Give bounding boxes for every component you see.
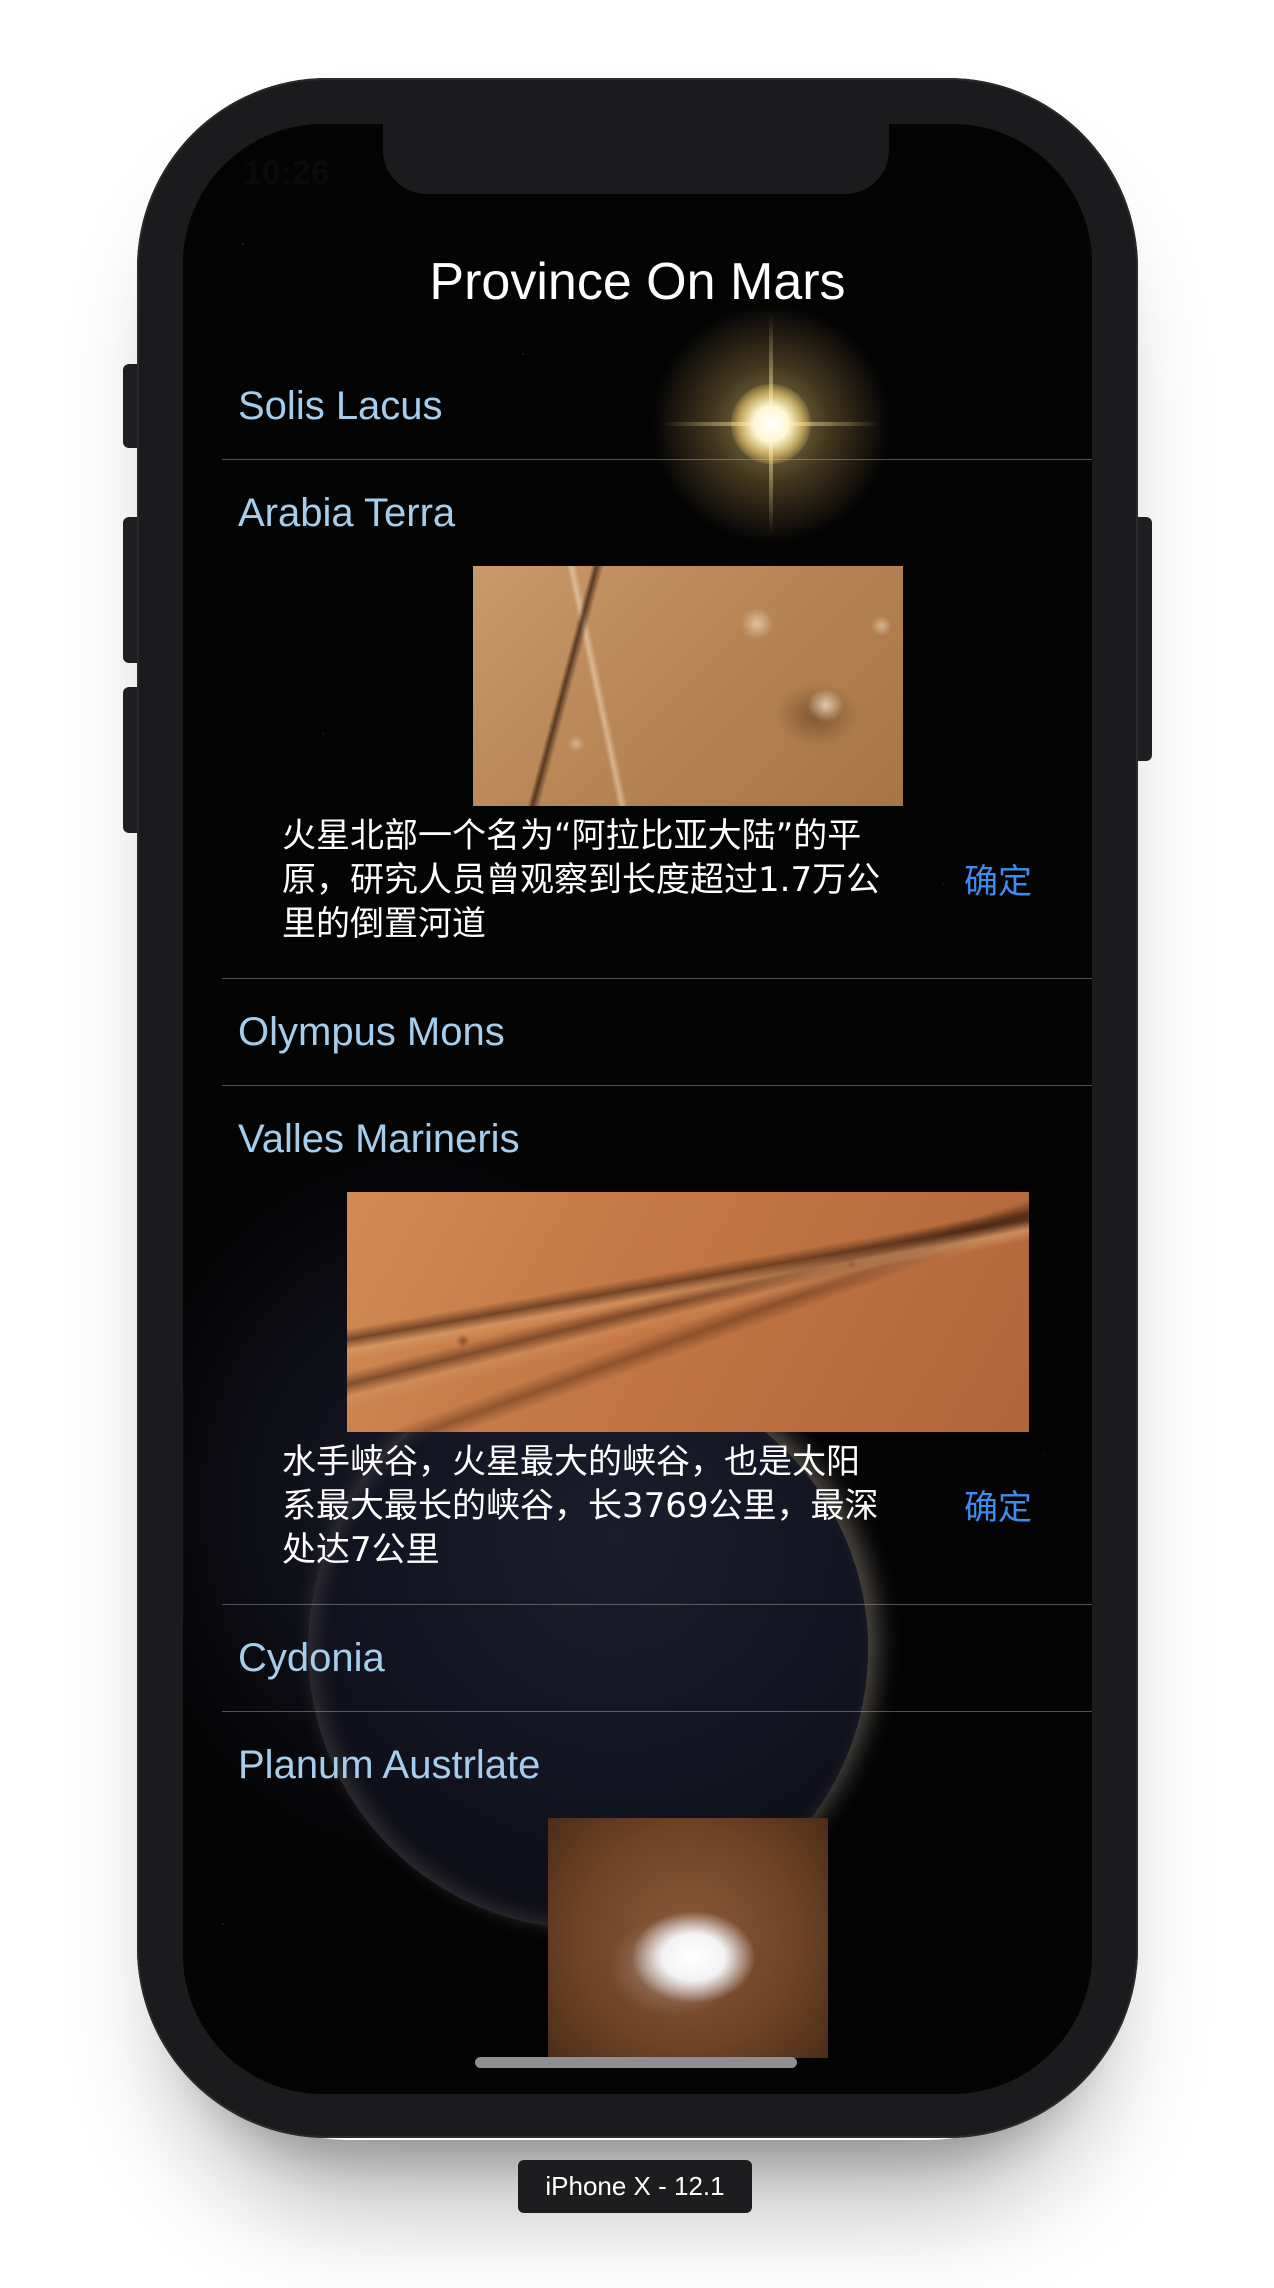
province-description: 水手峡谷，火星最大的峡谷，也是太阳系最大最长的峡谷，长3769公里，最深处达7公… xyxy=(282,1442,879,1570)
province-list: Solis Lacus Arabia Terra 火星北部一个名为“阿拉比亚大陆… xyxy=(222,353,1092,2058)
valles-marineris-image xyxy=(347,1192,1029,1432)
list-item-arabia-terra[interactable]: Arabia Terra 火星北部一个名为“阿拉比亚大陆”的平原，研究人员曾观察… xyxy=(222,460,1092,979)
row-title[interactable]: Planum Austrlate xyxy=(222,1712,1092,1818)
planum-australe-image xyxy=(548,1818,828,2058)
page-title: Province On Mars xyxy=(429,253,846,311)
row-detail: 火星北部一个名为“阿拉比亚大陆”的平原，研究人员曾观察到长度超过1.7万公里的倒… xyxy=(222,806,1092,978)
status-time: 10:26 xyxy=(243,154,330,192)
list-item-olympus-mons[interactable]: Olympus Mons xyxy=(222,979,1092,1086)
home-indicator[interactable] xyxy=(475,2057,797,2068)
row-title[interactable]: Arabia Terra xyxy=(222,460,1092,566)
row-title[interactable]: Olympus Mons xyxy=(222,979,1092,1085)
list-item-planum-austrlate[interactable]: Planum Austrlate xyxy=(222,1712,1092,2058)
app-screen: 10:26 Province On Mars Solis Lacus Arabi… xyxy=(183,124,1092,2094)
row-title[interactable]: Cydonia xyxy=(222,1605,1092,1711)
confirm-button[interactable]: 确定 xyxy=(964,1486,1032,1530)
row-title[interactable]: Valles Marineris xyxy=(222,1086,1092,1192)
province-image-wrap xyxy=(222,566,1092,806)
list-item-solis-lacus[interactable]: Solis Lacus xyxy=(222,353,1092,460)
device-label: iPhone X - 12.1 xyxy=(518,2160,752,2213)
list-item-valles-marineris[interactable]: Valles Marineris 水手峡谷，火星最大的峡谷，也是太阳系最大最长的… xyxy=(222,1086,1092,1605)
row-title[interactable]: Solis Lacus xyxy=(222,353,1092,459)
province-description: 火星北部一个名为“阿拉比亚大陆”的平原，研究人员曾观察到长度超过1.7万公里的倒… xyxy=(282,816,881,944)
list-item-cydonia[interactable]: Cydonia xyxy=(222,1605,1092,1712)
arabia-terra-image xyxy=(473,566,903,806)
row-detail: 水手峡谷，火星最大的峡谷，也是太阳系最大最长的峡谷，长3769公里，最深处达7公… xyxy=(222,1432,1092,1604)
power-button xyxy=(1136,517,1152,761)
province-image-wrap xyxy=(222,1192,1092,1432)
notch xyxy=(383,124,889,194)
province-image-wrap xyxy=(222,1818,1092,2058)
confirm-button[interactable]: 确定 xyxy=(964,860,1032,904)
